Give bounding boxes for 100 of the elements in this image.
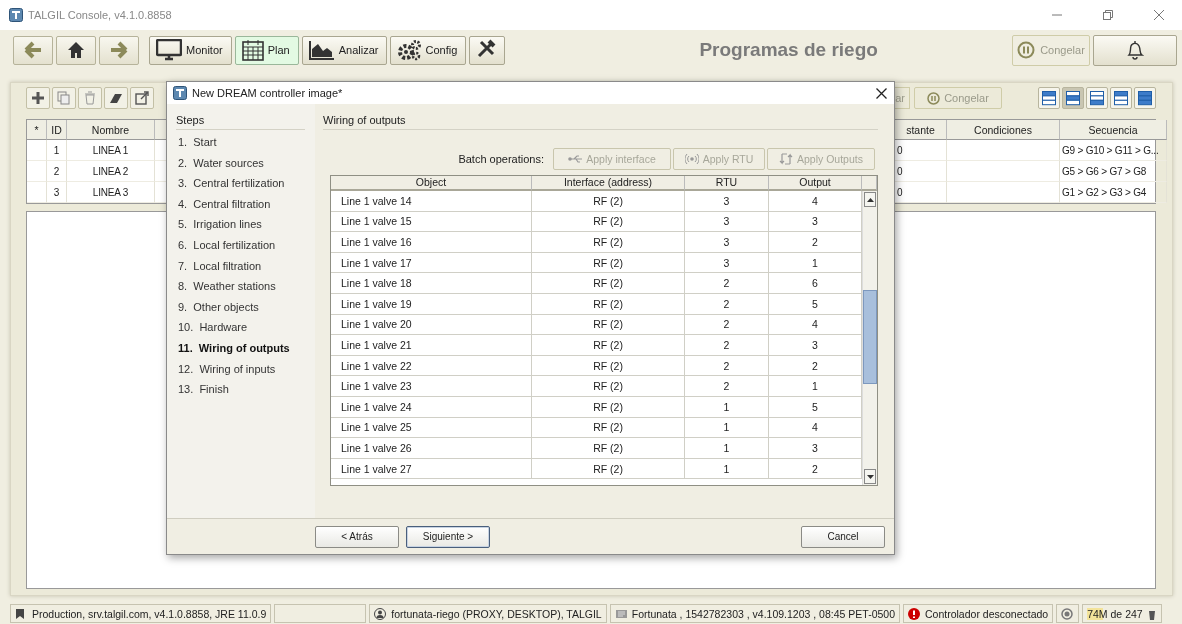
table-cell xyxy=(27,161,47,182)
status-text: fortunata-riego (PROXY, DESKTOP), TALGIL xyxy=(391,607,602,620)
table-cell: 3 xyxy=(685,211,769,233)
table-cell: RF (2) xyxy=(532,376,685,397)
export-button[interactable] xyxy=(130,87,154,109)
step-item: 1. Start xyxy=(177,135,218,150)
table-cell: 3 xyxy=(47,182,67,203)
plus-icon xyxy=(31,91,45,105)
status-text: Fortunata , 1542782303 , v4.109.1203 , 08:45 PET-0500 xyxy=(631,607,895,620)
home-button[interactable] xyxy=(56,35,96,65)
close-icon xyxy=(875,87,887,99)
restore-icon xyxy=(1103,10,1113,20)
table-cell: RF (2) xyxy=(532,438,685,459)
area-chart-icon xyxy=(308,39,335,61)
eraser-icon xyxy=(109,91,123,105)
window-title: TALGIL Console, v4.1.0.8858 xyxy=(28,9,172,21)
plan-tab[interactable]: Plan xyxy=(234,35,299,65)
table-cell: Line 1 valve 20 xyxy=(331,314,532,336)
monitor-icon xyxy=(156,39,182,61)
step-item: 5. Irrigation lines xyxy=(177,217,263,233)
table-cell: RF (2) xyxy=(532,335,685,356)
scrollbar[interactable] xyxy=(862,191,877,485)
status-text: Production, srv.talgil.com, v4.1.0.8858, JRE 11.0.9 xyxy=(32,607,267,620)
table-cell: Line 1 valve 19 xyxy=(331,293,532,315)
erase-button[interactable] xyxy=(104,87,128,109)
table-cell: Line 1 valve 23 xyxy=(331,376,532,397)
step-item: 9. Other objects xyxy=(177,299,260,315)
table-cell: 3 xyxy=(685,232,769,253)
config-tab[interactable]: Config xyxy=(390,35,467,65)
table-cell: RF (2) xyxy=(532,273,685,294)
table-cell: RF (2) xyxy=(532,417,685,439)
dialog-title: New DREAM controller image* xyxy=(192,87,343,99)
table-cell: Line 1 valve 24 xyxy=(331,396,532,418)
table-cell: Line 1 valve 16 xyxy=(331,232,532,253)
layout-button[interactable] xyxy=(1086,87,1108,109)
swap-icon xyxy=(779,153,793,165)
step-item: 12. Wiring of inputs xyxy=(177,361,277,377)
trash-icon xyxy=(83,91,97,105)
table-cell: Line 1 valve 22 xyxy=(331,355,532,377)
gears-icon xyxy=(397,39,422,61)
column-header: Interface (address) xyxy=(532,176,685,191)
back-button[interactable]: < Atrás xyxy=(315,525,399,548)
step-item: 10. Hardware xyxy=(177,320,249,336)
layout-button[interactable] xyxy=(1134,87,1156,109)
section-title: Wiring of outputs xyxy=(323,114,878,130)
up-arrow-icon xyxy=(866,197,874,202)
layout-button[interactable] xyxy=(1110,87,1132,109)
column-header: Output xyxy=(769,176,862,191)
table-cell: RF (2) xyxy=(532,396,685,418)
error-icon xyxy=(908,607,921,620)
add-button[interactable] xyxy=(26,87,50,109)
table-cell: 2 xyxy=(685,314,769,336)
tools-tab[interactable] xyxy=(469,35,506,65)
layout-button[interactable] xyxy=(1038,87,1060,109)
layout-button[interactable] xyxy=(1062,87,1084,109)
table-cell: 1 xyxy=(685,438,769,459)
table-cell: Line 1 valve 21 xyxy=(331,335,532,356)
batch-label: Batch operations: xyxy=(458,153,544,165)
controller-icon xyxy=(614,607,628,620)
table-cell: Line 1 valve 18 xyxy=(331,273,532,294)
table-cell: 2 xyxy=(685,273,769,294)
table-cell: RF (2) xyxy=(532,211,685,233)
pause-icon xyxy=(927,91,941,105)
table-cell: RF (2) xyxy=(532,355,685,377)
table-cell: 2 xyxy=(685,293,769,315)
step-item: 4. Central filtration xyxy=(177,196,272,212)
table-cell: LINEA 3 xyxy=(67,182,155,203)
notifications-button[interactable] xyxy=(1093,34,1177,66)
layout-icon xyxy=(1041,90,1057,106)
step-item: 6. Local fertilization xyxy=(177,237,277,253)
next-button[interactable]: Siguiente > xyxy=(406,525,490,548)
table-cell: Line 1 valve 26 xyxy=(331,438,532,459)
table-cell: Line 1 valve 17 xyxy=(331,252,532,274)
table-cell: Line 1 valve 25 xyxy=(331,417,532,439)
table-cell: Line 1 valve 27 xyxy=(331,458,532,480)
table-cell: 2 xyxy=(685,335,769,356)
table-cell: 3 xyxy=(685,191,769,212)
layout-icon xyxy=(1113,90,1129,106)
table-cell: 3 xyxy=(685,252,769,274)
column-header: Nombre xyxy=(67,120,155,140)
monitor-tab[interactable]: Monitor xyxy=(149,35,232,65)
cancel-button[interactable]: Cancel xyxy=(801,525,885,548)
copy-icon xyxy=(57,91,71,105)
scroll-up-button[interactable] xyxy=(864,192,876,207)
scroll-thumb[interactable] xyxy=(863,290,877,384)
step-item: 7. Local filtration xyxy=(177,258,263,274)
pause-icon xyxy=(1017,41,1036,59)
step-item: 11. Wiring of outputs xyxy=(177,340,291,356)
usb-icon xyxy=(568,153,583,165)
table-cell: 1 xyxy=(47,140,67,161)
column-header: Condiciones xyxy=(947,120,1060,140)
status-text: Controlador desconectado xyxy=(925,607,1049,620)
step-item: 13. Finish xyxy=(177,382,230,398)
table-cell: RF (2) xyxy=(532,191,685,212)
analyze-tab[interactable]: Analizar xyxy=(301,35,388,65)
scroll-down-button[interactable] xyxy=(864,469,876,484)
column-header: Secuencia xyxy=(1060,120,1167,140)
home-icon xyxy=(66,40,86,60)
table-cell: 1 xyxy=(685,458,769,480)
app-logo-icon xyxy=(173,86,187,100)
